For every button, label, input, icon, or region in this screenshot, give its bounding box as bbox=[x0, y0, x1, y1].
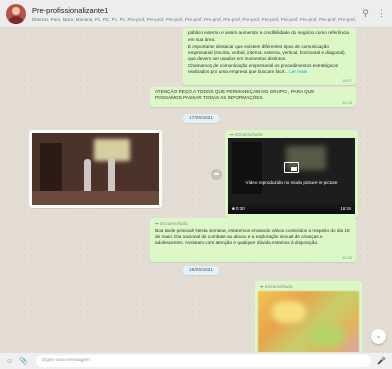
menu-icon[interactable]: ⋮ bbox=[377, 8, 386, 19]
pip-status-text: Vídeo reproduzido no modo picture-in-pic… bbox=[245, 180, 338, 185]
message-bubble-video-incoming bbox=[29, 130, 162, 208]
forwarded-icon: ➦ bbox=[260, 284, 264, 289]
emoji-icon[interactable]: ☺ bbox=[6, 358, 13, 365]
read-more-link[interactable]: Ler mais bbox=[289, 69, 307, 74]
message-bubble-video-outgoing: ➦ Encaminhada Vídeo reproduzido no modo … bbox=[225, 130, 358, 218]
search-icon[interactable]: ⚲ bbox=[362, 8, 369, 19]
message-list[interactable]: público externo e assim aumentar a credi… bbox=[0, 28, 392, 352]
forwarded-text: Encaminhada bbox=[235, 132, 263, 137]
date-separator: 17/05/2021 bbox=[183, 114, 220, 123]
whatsapp-window: Pre-profissionalizante1 Eberton, Pam, Ma… bbox=[0, 0, 392, 369]
message-line: em sua área. bbox=[188, 37, 216, 42]
video-thumbnail[interactable]: Vídeo reproduzido no modo picture-in-pic… bbox=[228, 138, 355, 214]
scroll-down-button[interactable]: ⌄ bbox=[371, 329, 386, 344]
microphone-icon[interactable]: 🎤 bbox=[377, 357, 386, 365]
message-text: Boa tarde pessoal! Nesta semana, estarem… bbox=[155, 228, 350, 245]
forwarded-text: Encaminhada bbox=[265, 284, 293, 289]
attach-icon[interactable]: 📎 bbox=[19, 357, 28, 365]
video-duration: ■ 0:30 bbox=[232, 206, 245, 211]
message-paragraph: Chamamos de comunicação empresarial os p… bbox=[188, 63, 339, 74]
forwarded-icon: ➦ bbox=[230, 132, 234, 137]
chevron-down-icon: ⌄ bbox=[375, 333, 382, 340]
group-avatar[interactable] bbox=[6, 3, 26, 24]
message-bubble-forwarded-text: ➦ Encaminhada Boa tarde pessoal! Nesta s… bbox=[150, 218, 356, 262]
video-camera-icon: ■ bbox=[232, 206, 235, 211]
forwarded-icon: ➦ bbox=[155, 221, 159, 226]
message-time: 16:35 bbox=[341, 255, 352, 260]
message-time: 16:18 bbox=[341, 100, 352, 105]
message-text: ATENÇÃO PEÇO A TODOS QUE PERMANEÇAM NO G… bbox=[155, 89, 315, 100]
forward-icon[interactable]: ➦ bbox=[211, 169, 222, 180]
message-paragraph: É importante destacar que existem difere… bbox=[188, 44, 346, 61]
group-title: Pre-profissionalizante1 bbox=[32, 5, 109, 15]
forwarded-text: Encaminhada bbox=[160, 221, 188, 226]
date-separator: 18/05/2021 bbox=[183, 266, 220, 275]
chat-header-info[interactable]: Pre-profissionalizante1 Eberton, Pam, Ma… bbox=[32, 6, 356, 22]
message-line: público externo e assim aumentar a credi… bbox=[188, 30, 350, 35]
video-thumbnail[interactable] bbox=[32, 133, 159, 205]
group-participants: Eberton, Pam, Mara, Mariana, Pc, PC, Pc,… bbox=[32, 16, 357, 22]
message-bubble-attention: ATENÇÃO PEÇO A TODOS QUE PERMANEÇAM NO G… bbox=[150, 87, 356, 107]
forwarded-label: ➦ Encaminhada bbox=[255, 281, 298, 291]
message-input[interactable]: Digite uma mensagem bbox=[35, 355, 372, 367]
forwarded-label: ➦ Encaminhada bbox=[150, 218, 356, 228]
compose-bar: ☺ 📎 Digite uma mensagem 🎤 bbox=[0, 352, 392, 369]
message-bubble-long-text: público externo e assim aumentar a credi… bbox=[183, 28, 356, 85]
image-thumbnail[interactable] bbox=[258, 291, 359, 352]
message-time: 16:34 bbox=[340, 206, 351, 211]
chat-header[interactable]: Pre-profissionalizante1 Eberton, Pam, Ma… bbox=[0, 0, 392, 28]
message-bubble-image: ➦ Encaminhada bbox=[255, 281, 362, 352]
picture-in-picture-icon[interactable] bbox=[284, 162, 299, 173]
message-time: 16:07 bbox=[341, 78, 352, 83]
